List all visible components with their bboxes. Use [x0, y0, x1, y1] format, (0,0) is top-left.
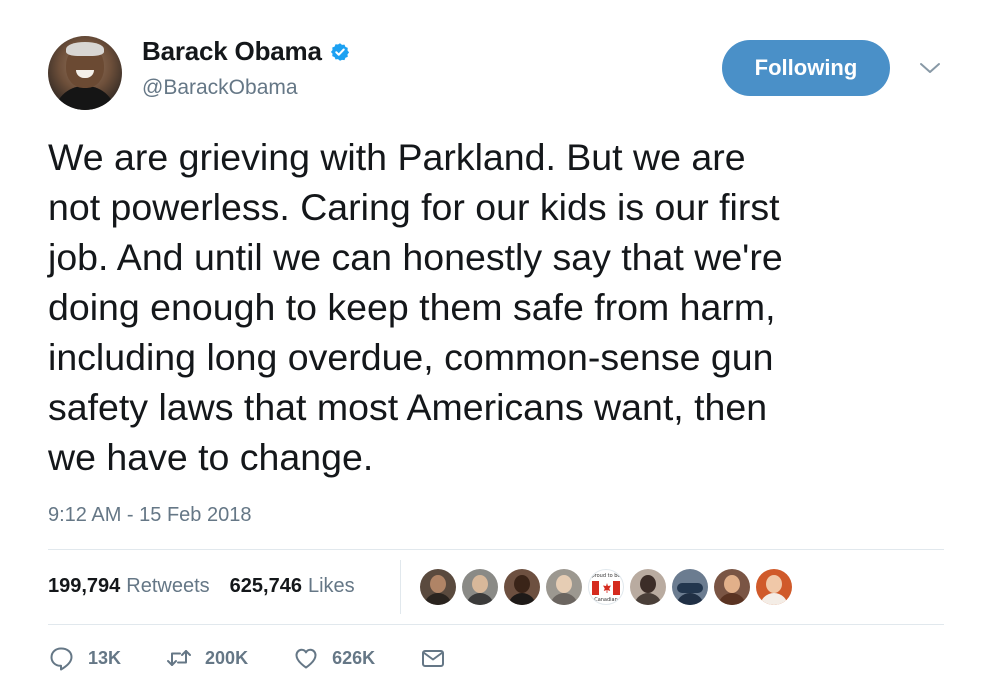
tweet-timestamp[interactable]: 9:12 AM - 15 Feb 2018 — [48, 504, 251, 527]
liker-avatar[interactable] — [714, 569, 750, 605]
author-display-name[interactable]: Barack Obama — [142, 36, 322, 67]
retweet-count: 200K — [205, 647, 249, 668]
liker-avatar[interactable] — [420, 569, 456, 605]
likers-avatars: proud to be Canadian — [420, 569, 792, 605]
verified-badge-icon — [330, 42, 349, 61]
liker-avatar[interactable] — [756, 569, 792, 605]
tweet-line: including long overdue, common-sense gun — [48, 336, 774, 378]
author-name-row: Barack Obama — [142, 36, 350, 67]
retweet-button[interactable]: 200K — [165, 644, 248, 672]
retweets-stat[interactable]: 199,794 Retweets — [48, 575, 210, 598]
liker-avatar-canadian-flag[interactable]: proud to be Canadian — [588, 569, 624, 605]
chevron-down-icon[interactable] — [918, 60, 942, 76]
maple-leaf-icon — [603, 583, 611, 593]
liker-avatar[interactable] — [462, 569, 498, 605]
author-avatar[interactable] — [48, 36, 122, 110]
flag-caption-bottom: Canadian — [594, 597, 618, 603]
direct-message-button[interactable] — [419, 644, 447, 672]
avatar-hair — [66, 42, 104, 56]
reply-count: 13K — [88, 647, 122, 668]
envelope-icon — [422, 650, 445, 667]
stats-divider-top — [48, 549, 944, 550]
retweet-icon — [167, 650, 192, 666]
tweet-line: job. And until we can honestly say that … — [48, 236, 783, 278]
liker-avatar[interactable] — [504, 569, 540, 605]
retweets-count: 199,794 — [48, 575, 121, 597]
tweet-actions: 13K 200K 626K — [48, 644, 491, 672]
following-button[interactable]: Following — [722, 40, 890, 96]
actions-divider — [48, 624, 944, 625]
tweet-line: We are grieving with Parkland. But we ar… — [48, 136, 746, 178]
likes-count: 625,746 — [229, 575, 302, 597]
reply-button[interactable]: 13K — [48, 644, 121, 672]
avatar-jacket — [54, 86, 116, 110]
likes-label: Likes — [307, 575, 355, 597]
tweet-line: we have to change. — [48, 436, 374, 478]
heart-icon — [295, 648, 317, 669]
stats-vertical-divider — [400, 560, 401, 614]
liker-avatar[interactable] — [630, 569, 666, 605]
likes-stat[interactable]: 625,746 Likes — [230, 575, 355, 598]
liker-avatar[interactable] — [546, 569, 582, 605]
tweet-line: not powerless. Caring for our kids is ou… — [48, 186, 780, 228]
tweet-line: doing enough to keep them safe from harm… — [48, 286, 776, 328]
retweets-label: Retweets — [126, 575, 210, 597]
flag-caption-top: proud to be — [591, 573, 621, 579]
reply-icon — [50, 647, 73, 671]
tweet-text: We are grieving with Parkland. But we ar… — [48, 132, 948, 482]
like-count: 626K — [332, 647, 376, 668]
tweet-line: safety laws that most Americans want, th… — [48, 386, 768, 428]
liker-avatar[interactable] — [672, 569, 708, 605]
author-handle[interactable]: @BarackObama — [142, 76, 298, 100]
engagement-stats: 199,794 Retweets 625,746 Likes — [48, 575, 355, 598]
like-button[interactable]: 626K — [292, 644, 375, 672]
